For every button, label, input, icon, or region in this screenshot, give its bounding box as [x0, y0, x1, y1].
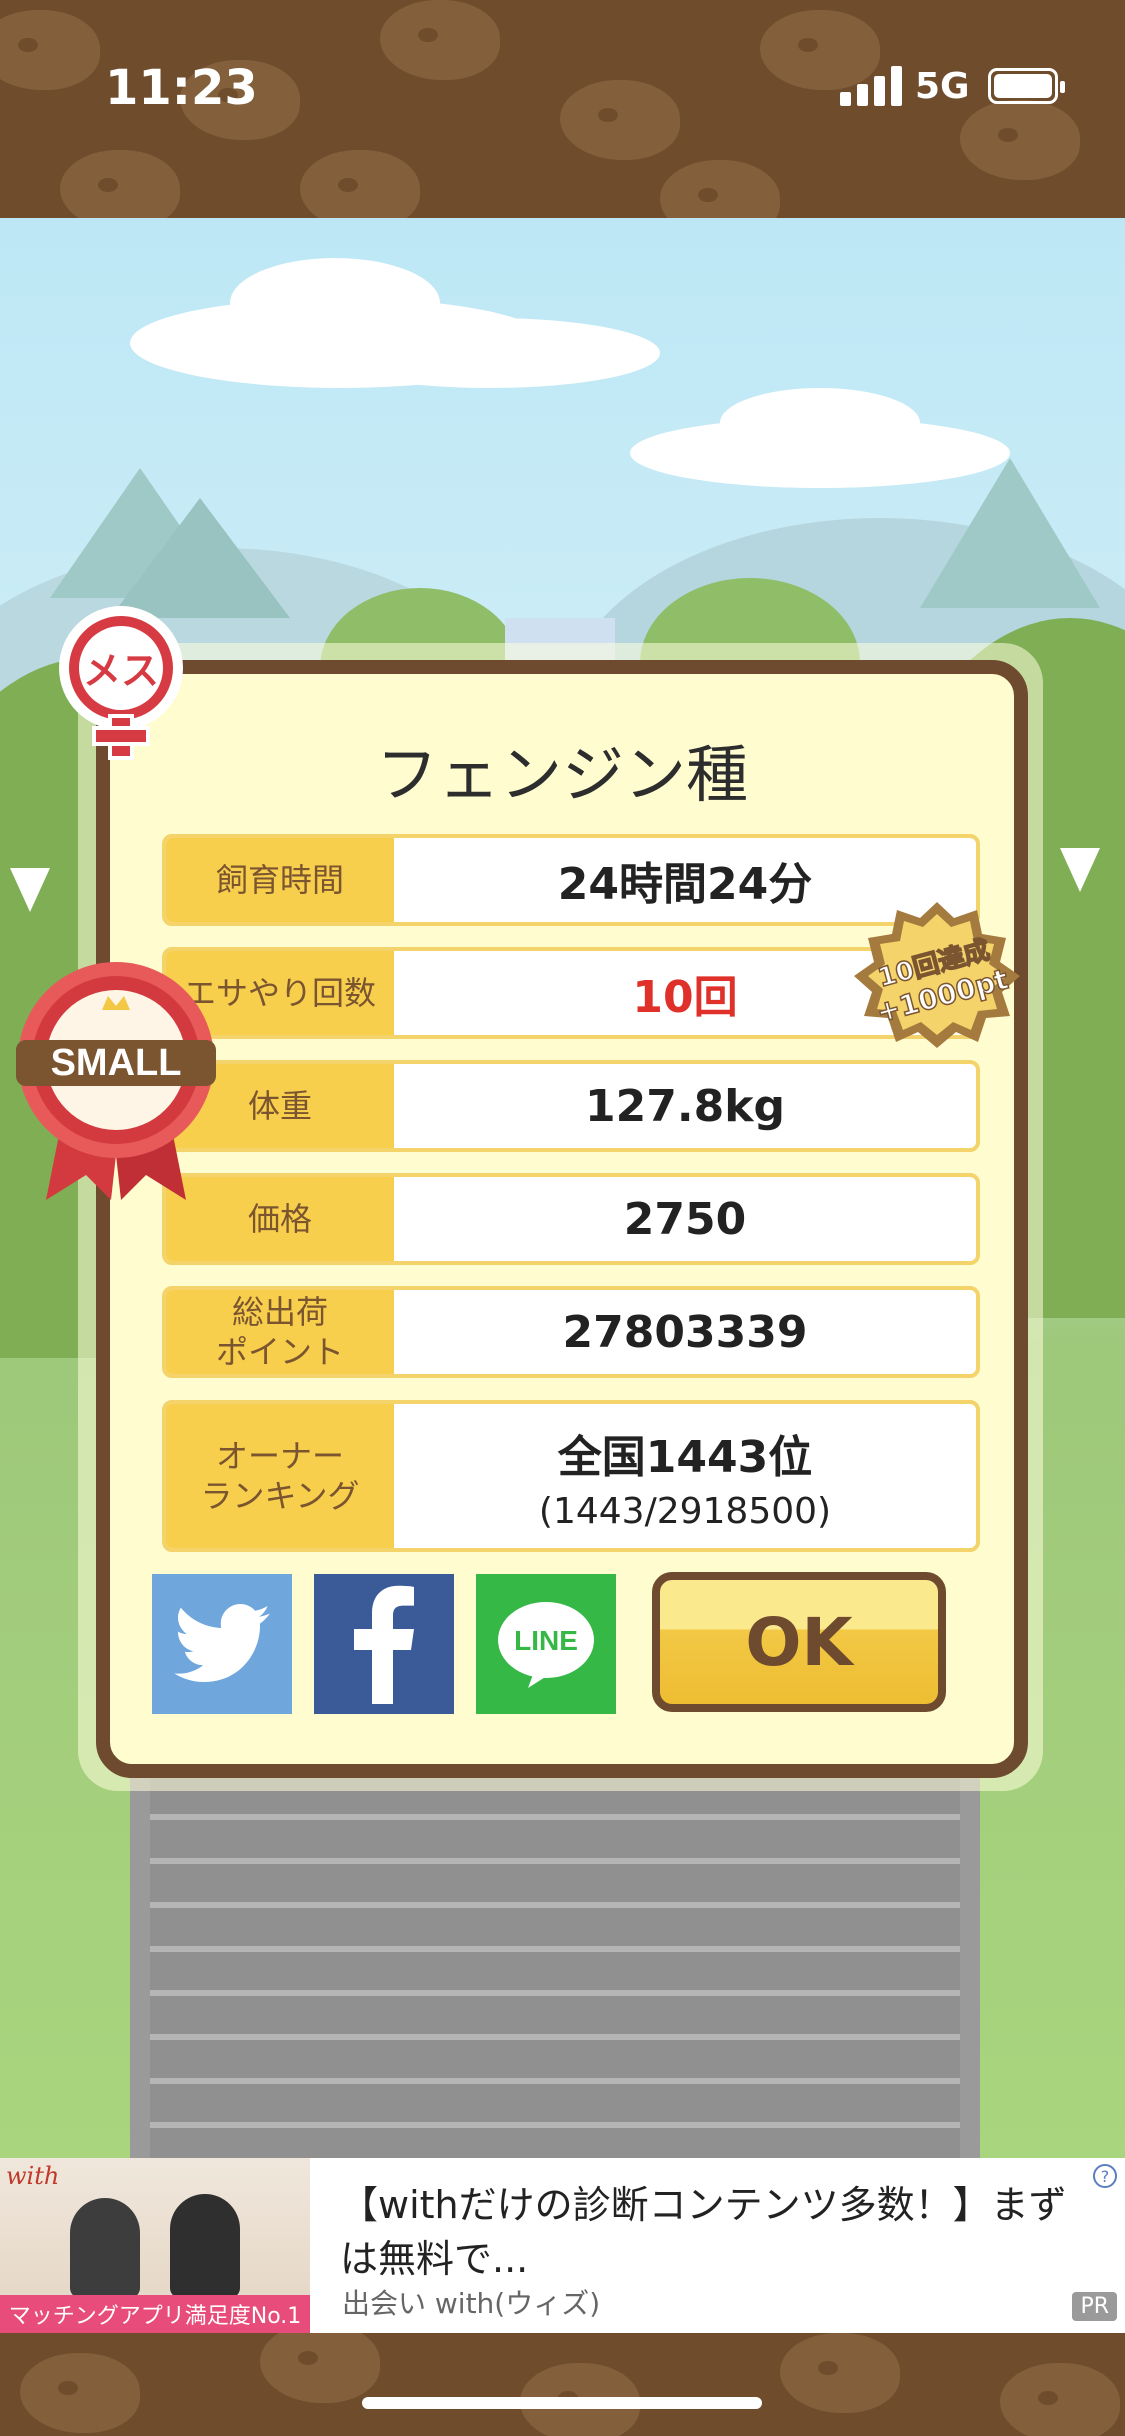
gender-label: メス	[83, 649, 159, 693]
share-facebook-button[interactable]	[314, 1574, 454, 1714]
battery-icon	[988, 68, 1065, 104]
value-owner-ranking: 全国1443位 (1443/2918500)	[394, 1404, 976, 1548]
ad-brand-logo: with	[6, 2162, 60, 2190]
status-bar: 11:23 5G	[0, 0, 1125, 218]
line-icon: LINE	[498, 1602, 594, 1688]
row-total-points: 総出荷 ポイント 27803339	[162, 1286, 980, 1378]
size-ribbon-badge: SMALL	[16, 960, 216, 1210]
achievement-badge: 10回達成 +1000pt	[852, 900, 1022, 1050]
label-breeding-time: 飼育時間	[166, 838, 394, 922]
line-label: LINE	[514, 1625, 578, 1656]
twitter-bird-icon	[174, 1604, 270, 1682]
ad-info-icon[interactable]: ?	[1093, 2164, 1117, 2188]
share-line-button[interactable]: LINE	[476, 1574, 616, 1714]
ad-pr-badge: PR	[1072, 2292, 1117, 2321]
ad-image-caption: マッチングアプリ満足度No.1	[0, 2295, 310, 2333]
achievement-seal-icon: 10回達成 +1000pt	[854, 902, 1020, 1048]
ranking-main: 全国1443位	[557, 1431, 813, 1483]
row-price: 価格 2750	[162, 1173, 980, 1265]
share-twitter-button[interactable]	[152, 1574, 292, 1714]
status-time: 11:23	[105, 60, 258, 116]
label-total-points: 総出荷 ポイント	[166, 1290, 394, 1374]
size-label: SMALL	[51, 1042, 182, 1084]
female-symbol-icon: メス	[59, 606, 183, 760]
home-indicator[interactable]	[362, 2397, 762, 2409]
ad-title[interactable]: 【withだけの診断コンテンツ多数！】まずは無料で...	[340, 2178, 1080, 2286]
value-total-points: 27803339	[562, 1306, 808, 1358]
ad-image[interactable]: with マッチングアプリ満足度No.1	[0, 2158, 310, 2333]
value-price: 2750	[623, 1193, 747, 1245]
row-weight: 体重 127.8kg	[162, 1060, 980, 1152]
ok-button[interactable]: OK	[652, 1572, 946, 1712]
network-type: 5G	[915, 66, 970, 107]
ribbon-icon: SMALL	[16, 962, 216, 1200]
female-badge: メス	[52, 606, 190, 762]
bottom-bar	[0, 2333, 1125, 2436]
ad-source: 出会い with(ウィズ)	[342, 2287, 601, 2320]
value-weight: 127.8kg	[585, 1080, 785, 1132]
facebook-f-icon	[354, 1585, 414, 1704]
ad-banner[interactable]: with マッチングアプリ満足度No.1 【withだけの診断コンテンツ多数！】…	[0, 2158, 1125, 2333]
dialog-title: フェンジン種	[375, 738, 748, 811]
result-dialog: フェンジン種 飼育時間 24時間24分 エサやり回数 10回 体重 127.8k…	[96, 660, 1028, 1778]
row-owner-ranking: オーナー ランキング 全国1443位 (1443/2918500)	[162, 1400, 980, 1552]
signal-icon	[840, 66, 904, 106]
label-owner-ranking: オーナー ランキング	[166, 1404, 394, 1548]
ranking-detail: (1443/2918500)	[538, 1490, 832, 1532]
